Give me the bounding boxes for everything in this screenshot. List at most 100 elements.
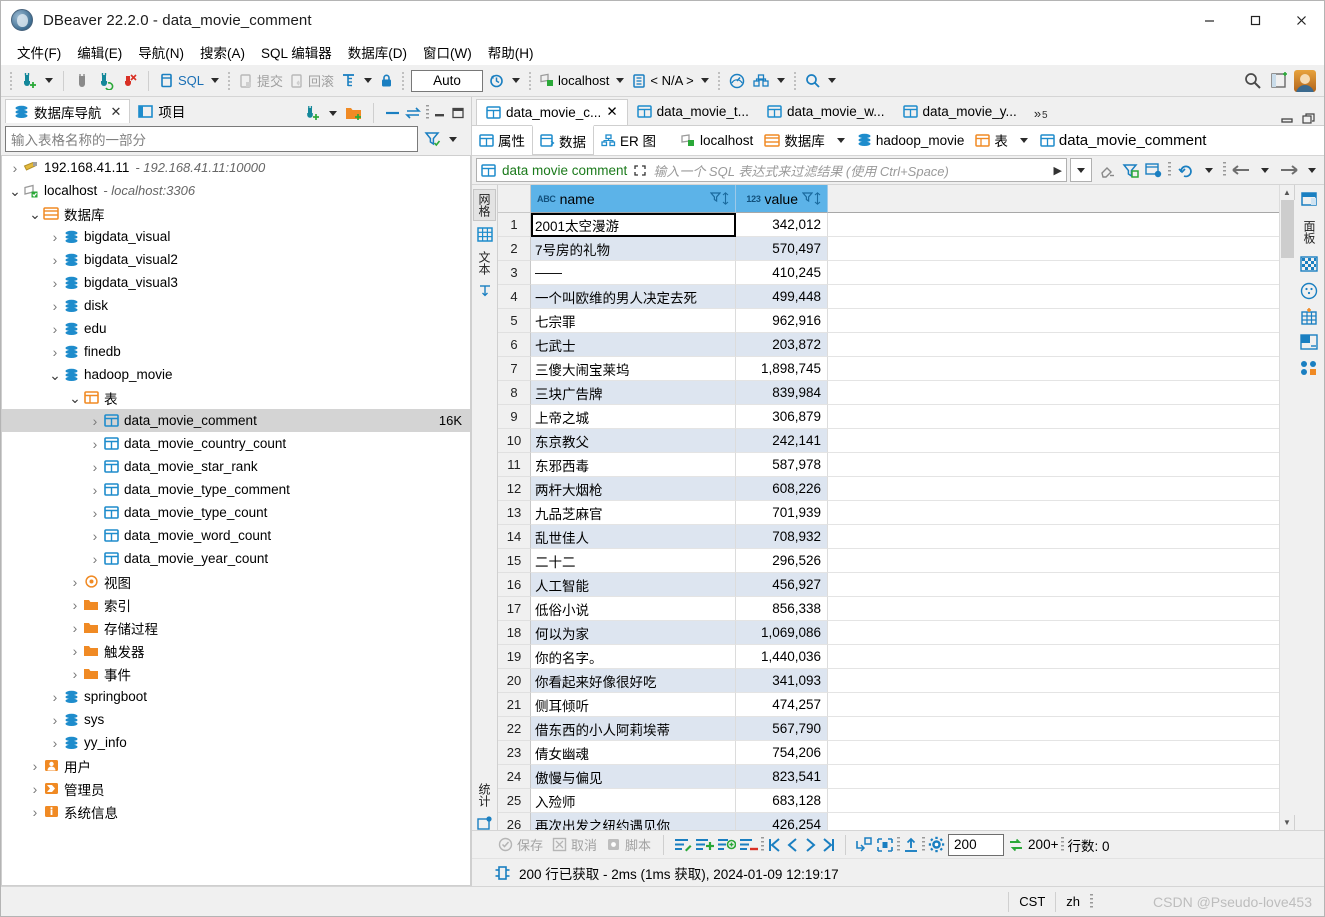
filter-history-dropdown[interactable] — [1070, 158, 1092, 183]
row-number[interactable]: 25 — [498, 789, 531, 814]
tree-item-localhost[interactable]: ⌄ localhost - localhost:3306 — [2, 179, 470, 202]
menu-file[interactable]: 文件(F) — [9, 40, 69, 64]
cell-value[interactable]: 342,012 — [736, 213, 828, 238]
status-locale[interactable]: zh — [1055, 891, 1090, 912]
cell-value[interactable]: 456,927 — [736, 573, 828, 598]
table-row[interactable]: 15 二十二 296,526 — [498, 549, 1279, 574]
breadcrumb-item-connection[interactable]: localhost — [677, 132, 756, 149]
row-number[interactable]: 26 — [498, 813, 531, 830]
cell-value[interactable]: 567,790 — [736, 717, 828, 742]
scroll-up-icon[interactable]: ▲ — [1280, 185, 1295, 200]
new-folder-icon[interactable] — [345, 105, 363, 121]
chevron-down-icon[interactable]: ⌄ — [8, 184, 22, 198]
cell-name[interactable]: 再次出发之纽约遇见你 — [531, 813, 736, 830]
row-number[interactable]: 14 — [498, 525, 531, 550]
minimize-button[interactable] — [1186, 1, 1232, 39]
chevron-down-icon[interactable]: ⌄ — [48, 368, 62, 382]
chevron-right-icon[interactable]: › — [68, 643, 82, 659]
back-icon[interactable] — [1232, 163, 1251, 177]
menu-window[interactable]: 窗口(W) — [415, 40, 480, 64]
row-number[interactable]: 6 — [498, 333, 531, 358]
presentation-calc[interactable]: 统计 — [474, 780, 495, 810]
tree-item-sys[interactable]: › sys — [2, 708, 470, 731]
global-search-icon[interactable] — [1240, 69, 1265, 93]
tree-item-data_movie_year_count[interactable]: › data_movie_year_count — [2, 547, 470, 570]
expand-icon[interactable] — [633, 164, 647, 177]
first-page-icon[interactable] — [767, 837, 782, 853]
filter-expression-box[interactable]: data movie comment 输入一个 SQL 表达式来过滤结果 (使用… — [476, 158, 1067, 183]
row-number[interactable]: 20 — [498, 669, 531, 694]
table-row[interactable]: 8 三块广告牌 839,984 — [498, 381, 1279, 406]
tree-item-yy_info[interactable]: › yy_info — [2, 731, 470, 754]
collapse-all-icon[interactable] — [384, 107, 401, 119]
table-row[interactable]: 10 东京教父 242,141 — [498, 429, 1279, 454]
cell-value[interactable]: 306,879 — [736, 405, 828, 430]
cell-value[interactable]: 587,978 — [736, 453, 828, 478]
settings-icon[interactable] — [928, 836, 945, 853]
row-number[interactable]: 24 — [498, 765, 531, 790]
chevron-down-icon[interactable]: ⌄ — [28, 207, 42, 221]
chevron-right-icon[interactable]: › — [8, 160, 22, 176]
tree-item-data_movie_comment[interactable]: › data_movie_comment 16K — [2, 409, 470, 432]
tree-item-存储过程[interactable]: › 存储过程 — [2, 616, 470, 639]
breadcrumb-item-databases[interactable]: 数据库 — [761, 129, 828, 151]
chevron-right-icon[interactable]: › — [48, 321, 62, 337]
table-row[interactable]: 24 傲慢与偏见 823,541 — [498, 765, 1279, 790]
sql-editor-dropdown-icon[interactable] — [211, 78, 220, 83]
chevron-right-icon[interactable]: › — [68, 574, 82, 590]
chevron-right-icon[interactable]: › — [88, 551, 102, 567]
table-row[interactable]: 4 一个叫欧维的男人决定去死 499,448 — [498, 285, 1279, 310]
table-row[interactable]: 19 你的名字。 1,440,036 — [498, 645, 1279, 670]
chevron-right-icon[interactable]: › — [28, 781, 42, 797]
chevron-right-icon[interactable]: › — [48, 298, 62, 314]
cell-value[interactable]: 1,898,745 — [736, 357, 828, 382]
row-number[interactable]: 16 — [498, 573, 531, 598]
menu-search[interactable]: 搜索(A) — [192, 40, 253, 64]
menu-sql-editor[interactable]: SQL 编辑器 — [253, 40, 340, 64]
clear-filter-icon[interactable] — [1099, 163, 1116, 178]
row-number[interactable]: 3 — [498, 261, 531, 286]
grid-rows-container[interactable]: 1 2001太空漫游 342,012 2 7号房的礼物 570,497 3 —— 410,245… — [498, 213, 1279, 830]
panels-icon[interactable] — [1300, 191, 1319, 208]
duplicate-row-icon[interactable] — [717, 837, 737, 853]
table-row[interactable]: 25 入殓师 683,128 — [498, 789, 1279, 814]
tree-item-bigdata_visual3[interactable]: › bigdata_visual3 — [2, 271, 470, 294]
back-menu-icon[interactable] — [1261, 167, 1269, 173]
row-number[interactable]: 15 — [498, 549, 531, 574]
close-icon[interactable]: ✕ — [111, 104, 122, 120]
tree-item-data_movie_word_count[interactable]: › data_movie_word_count — [2, 524, 470, 547]
tree-item-edu[interactable]: › edu — [2, 317, 470, 340]
menu-edit[interactable]: 编辑(E) — [69, 40, 130, 64]
new-connection-dropdown-icon[interactable] — [329, 110, 337, 116]
cell-value[interactable]: 708,932 — [736, 525, 828, 550]
cell-name[interactable]: 三傻大闹宝莱坞 — [531, 357, 736, 382]
next-page-icon[interactable] — [803, 837, 818, 853]
close-icon[interactable]: ✕ — [606, 104, 617, 120]
status-resize-handle[interactable] — [1090, 893, 1094, 910]
fetch-size-input[interactable]: 200 — [948, 833, 1005, 856]
row-number[interactable]: 22 — [498, 717, 531, 742]
scroll-down-icon[interactable]: ▼ — [1280, 815, 1295, 830]
forward-icon[interactable] — [1279, 163, 1298, 177]
refresh-icon[interactable] — [1177, 162, 1195, 178]
cell-value[interactable]: 701,939 — [736, 501, 828, 526]
cell-value[interactable]: 203,872 — [736, 333, 828, 358]
cell-value[interactable]: 341,093 — [736, 669, 828, 694]
prev-page-icon[interactable] — [785, 837, 800, 853]
tree-item-事件[interactable]: › 事件 — [2, 662, 470, 685]
chevron-right-icon[interactable]: › — [48, 229, 62, 245]
custom-filter-icon[interactable] — [1145, 162, 1162, 178]
close-button[interactable] — [1278, 1, 1324, 39]
cell-value[interactable]: 839,984 — [736, 381, 828, 406]
menu-help[interactable]: 帮助(H) — [480, 40, 542, 64]
table-row[interactable]: 18 何以为家 1,069,086 — [498, 621, 1279, 646]
table-row[interactable]: 1 2001太空漫游 342,012 — [498, 213, 1279, 238]
tree-item-索引[interactable]: › 索引 — [2, 593, 470, 616]
row-number[interactable]: 1 — [498, 213, 531, 238]
chevron-right-icon[interactable]: › — [88, 436, 102, 452]
cell-name[interactable]: 一个叫欧维的男人决定去死 — [531, 285, 736, 310]
link-editor-icon[interactable] — [405, 106, 422, 120]
new-connection-dropdown-icon[interactable] — [45, 78, 53, 83]
scroll-track[interactable] — [1279, 200, 1295, 815]
cell-value[interactable]: 1,440,036 — [736, 645, 828, 670]
